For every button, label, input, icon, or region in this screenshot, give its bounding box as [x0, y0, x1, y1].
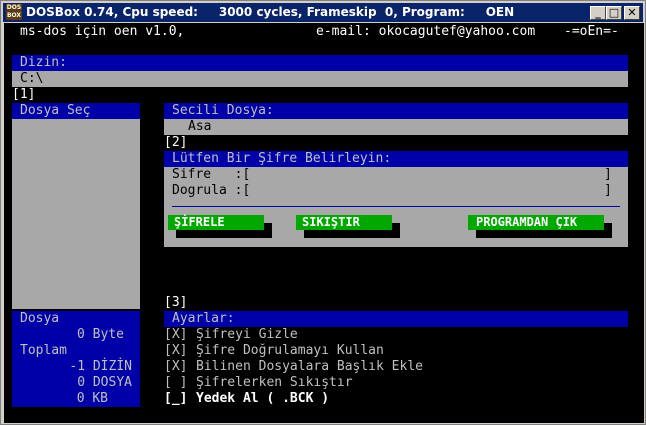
file-bytes: 0 Byte	[77, 327, 124, 342]
dosbox-window: DOS BOX DOSBox 0.74, Cpu speed: 3000 cyc…	[0, 0, 646, 425]
confirm-bracket: ]	[604, 183, 612, 198]
kb-count: 0 KB	[76, 391, 108, 406]
settings-checkbox[interactable]: [_]	[164, 391, 187, 407]
exit-button[interactable]: PROGRAMDAN ÇIK	[468, 215, 604, 230]
dos-screen[interactable]: ms-dos için oen v1.0, e-mail: okocagutef…	[4, 23, 644, 423]
dir-path-field[interactable]: C:\	[12, 71, 628, 87]
compress-button[interactable]: SIKIŞTIR	[296, 215, 392, 230]
app-version: ms-dos için oen v1.0,	[20, 24, 185, 39]
close-button[interactable]: ✕	[624, 6, 640, 20]
file-count: 0 DOSYA	[77, 375, 132, 390]
password-panel: Sifre :[ ] Dogrula :[ ] ŞİFRELE SIKIŞTIR…	[164, 167, 628, 247]
dir-bar: Dizin:	[12, 55, 628, 71]
selected-index: [2]	[164, 135, 188, 150]
selected-file-bar: Secili Dosya:	[164, 103, 628, 119]
file-select-label: Dosya Seç	[20, 103, 91, 118]
confirm-input[interactable]	[248, 183, 598, 199]
app-logo: -=oEn=-	[564, 24, 619, 39]
dir-count: -1 DİZİN	[69, 359, 132, 374]
minimize-button[interactable]: _	[590, 6, 606, 20]
dosbox-app-icon[interactable]: DOS BOX	[6, 4, 22, 20]
selected-file-label: Secili Dosya:	[172, 103, 274, 118]
maximize-button[interactable]: □	[606, 6, 622, 20]
divider	[172, 206, 620, 207]
title-bar[interactable]: DOS BOX DOSBox 0.74, Cpu speed: 3000 cyc…	[3, 3, 643, 22]
password-bracket: ]	[604, 167, 612, 182]
file-select-bar: Dosya Seç	[12, 103, 140, 119]
password-prompt: Lütfen Bir Şifre Belirleyin:	[172, 151, 392, 166]
settings-checkbox[interactable]: [X]	[164, 343, 187, 359]
settings-item-label: Şifre Doğrulamayı Kullan	[196, 343, 384, 358]
settings-label: Ayarlar:	[172, 311, 235, 326]
encrypt-button[interactable]: ŞİFRELE	[168, 215, 264, 230]
selected-file-field: Asa	[164, 119, 628, 135]
dir-label: Dizin:	[20, 55, 67, 70]
dir-index: [1]	[12, 87, 36, 102]
file-stat-label: Dosya	[20, 311, 60, 326]
selected-file-name: Asa	[188, 119, 212, 134]
file-list[interactable]	[12, 119, 140, 309]
settings-item-label: Bilinen Dosyalara Başlık Ekle	[196, 359, 423, 374]
confirm-label: Dogrula :[	[172, 183, 251, 198]
dir-path: C:\	[20, 71, 44, 86]
settings-checkbox[interactable]: [X]	[164, 327, 187, 343]
author-email: e-mail: okocagutef@yahoo.com	[316, 24, 536, 39]
password-bar: Lütfen Bir Şifre Belirleyin:	[164, 151, 628, 167]
settings-item-label: Şifreyi Gizle	[196, 327, 298, 342]
password-input[interactable]	[238, 167, 598, 183]
settings-bar: Ayarlar:	[164, 311, 628, 327]
total-label: Toplam	[20, 343, 67, 358]
window-title: DOSBox 0.74, Cpu speed: 3000 cycles, Fra…	[26, 5, 515, 19]
settings-index: [3]	[164, 295, 188, 310]
settings-item-label: Şifrelerken Sıkıştır	[196, 375, 353, 390]
settings-item-label: Yedek Al ( .BCK )	[196, 391, 330, 406]
settings-checkbox[interactable]: [ ]	[164, 375, 187, 391]
settings-checkbox[interactable]: [X]	[164, 359, 187, 375]
stats-panel: Dosya 0 Byte Toplam -1 DİZİN 0 DOSYA 0 K…	[12, 311, 140, 407]
